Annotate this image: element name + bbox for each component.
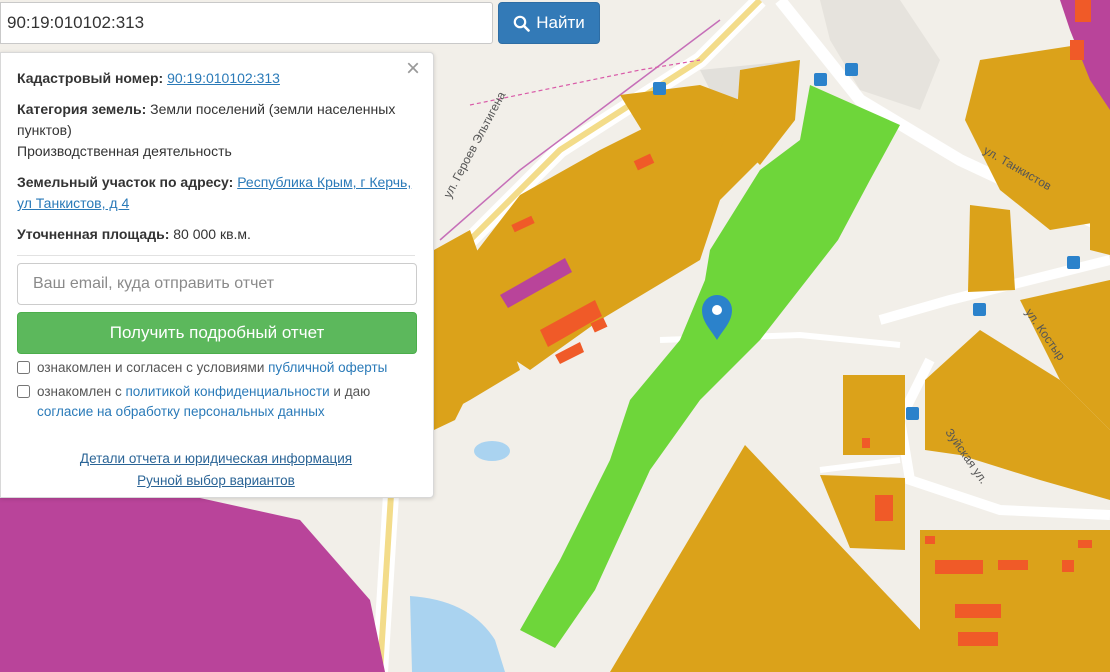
offer-consent-checkbox[interactable] xyxy=(17,361,30,374)
land-category-row: Категория земель: Земли поселений (земли… xyxy=(17,99,415,162)
area-row: Уточненная площадь: 80 000 кв.м. xyxy=(17,224,415,245)
privacy-policy-link[interactable]: политикой конфиденциальности xyxy=(125,384,329,399)
privacy-consent-checkbox[interactable] xyxy=(17,385,30,398)
cadastral-number-label: Кадастровый номер: xyxy=(17,70,164,86)
offer-consent-row: ознакомлен и согласен с условиями публич… xyxy=(17,358,415,378)
privacy-consent-text: ознакомлен с xyxy=(37,384,122,399)
area-value: 80 000 кв.м. xyxy=(173,226,251,242)
address-row: Земельный участок по адресу: Республика … xyxy=(17,172,415,214)
parcel-info-panel: × Кадастровый номер: 90:19:010102:313 Ка… xyxy=(0,52,434,498)
get-report-button[interactable]: Получить подробный отчет xyxy=(17,312,417,354)
manual-selection-link[interactable]: Ручной выбор вариантов xyxy=(137,470,295,492)
cadastral-number-link[interactable]: 90:19:010102:313 xyxy=(167,70,280,86)
divider xyxy=(17,255,415,256)
email-field[interactable] xyxy=(17,263,417,305)
privacy-consent-mid-text: и даю xyxy=(333,384,371,399)
offer-consent-text: ознакомлен и согласен с условиями xyxy=(37,360,265,375)
address-label: Земельный участок по адресу: xyxy=(17,174,234,190)
privacy-consent-row: ознакомлен с политикой конфиденциальност… xyxy=(17,382,415,422)
search-icon xyxy=(513,15,531,32)
search-button[interactable]: Найти xyxy=(498,2,600,44)
land-use-value: Производственная деятельность xyxy=(17,143,232,159)
area-label: Уточненная площадь: xyxy=(17,226,170,242)
cadastral-search-input[interactable] xyxy=(0,2,493,44)
report-details-link[interactable]: Детали отчета и юридическая информация xyxy=(80,448,352,470)
public-offer-link[interactable]: публичной оферты xyxy=(268,360,387,375)
search-button-label: Найти xyxy=(536,13,585,32)
personal-data-consent-link[interactable]: согласие на обработку персональных данны… xyxy=(37,404,325,419)
footer-links: Детали отчета и юридическая информация Р… xyxy=(17,448,415,492)
land-category-label: Категория земель: xyxy=(17,101,147,117)
close-icon[interactable]: × xyxy=(403,57,423,81)
cadastral-number-row: Кадастровый номер: 90:19:010102:313 xyxy=(17,68,415,89)
